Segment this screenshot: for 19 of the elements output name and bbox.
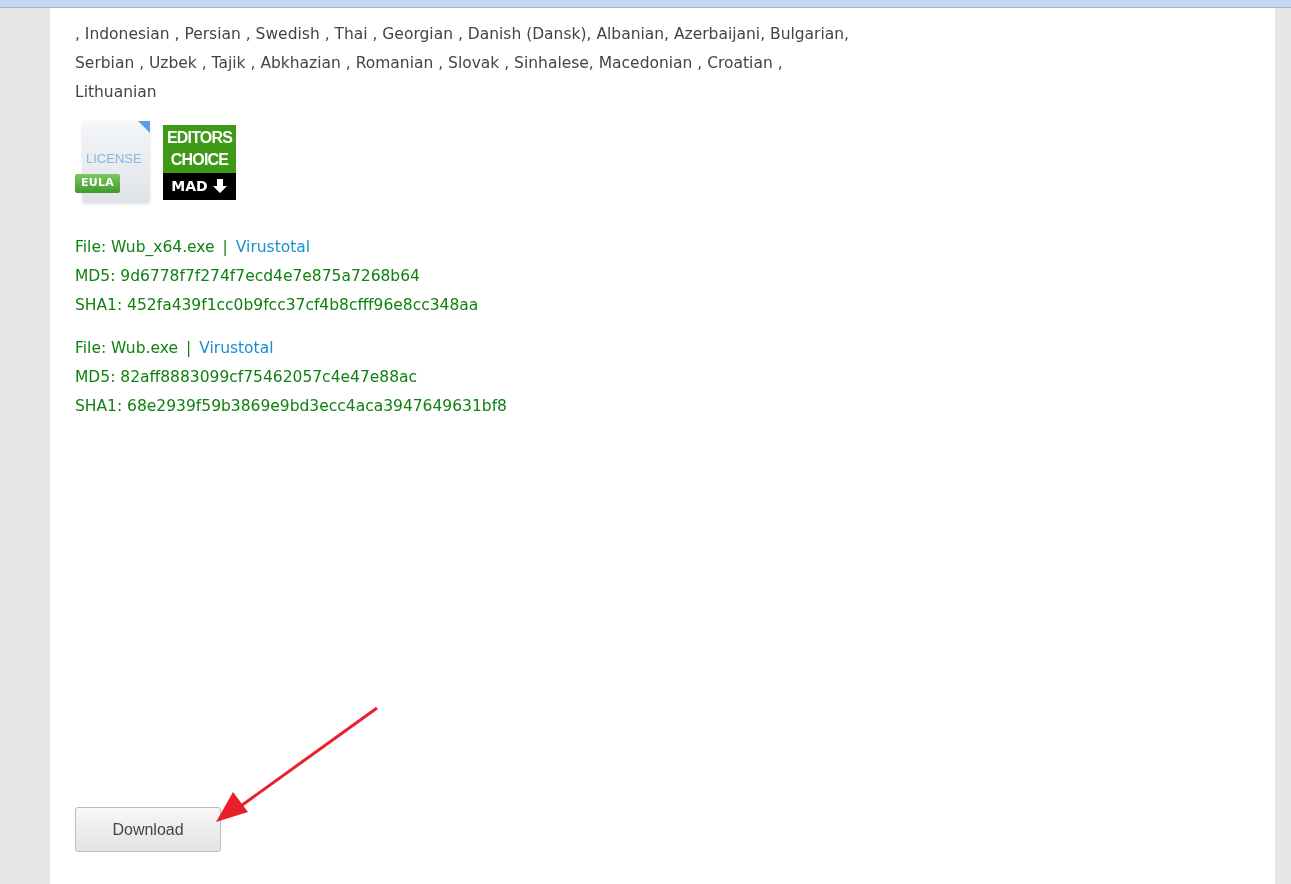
md5-hash: MD5: 82aff8883099cf75462057c4e47e88ac xyxy=(75,368,418,386)
badge-title: EDITORS xyxy=(166,127,233,148)
sha1-hash: SHA1: 68e2939f59b3869e9bd3ecc4aca3947649631bf8 xyxy=(75,397,507,415)
separator: | xyxy=(222,237,228,258)
md5-hash: MD5: 9d6778f7f274f7ecd4e7e875a7268b64 xyxy=(75,267,420,285)
virustotal-link[interactable]: Virustotal xyxy=(235,233,311,262)
down-arrow-icon xyxy=(211,178,228,194)
language-list: , Indonesian , Persian , Swedish , Thai , Georgian , Danish (Dansk), Albanian, Azerbaijani, Bulgarian, Serbian , Uzbek , Tajik , Abkhazian , Romanian , Slovak , Sinhalese, Macedonian , Croatian , Lithuanian xyxy=(75,20,875,107)
download-button[interactable]: Download xyxy=(75,807,221,852)
file-name: File: Wub_x64.exe xyxy=(75,237,215,258)
badge-label: MAD xyxy=(171,176,208,196)
eula-label: EULA xyxy=(75,174,121,193)
separator: | xyxy=(185,338,192,359)
folded-corner-icon xyxy=(138,121,150,133)
badge-title: CHOICE xyxy=(170,149,229,170)
virustotal-link[interactable]: Virustotal xyxy=(199,334,274,363)
license-text: LICENSE xyxy=(86,150,142,168)
file-name: File: Wub.exe xyxy=(75,338,178,359)
sha1-hash: SHA1: 452fa439f1cc0b9fcc37cf4b8cfff96e8cc348aa xyxy=(75,296,479,314)
